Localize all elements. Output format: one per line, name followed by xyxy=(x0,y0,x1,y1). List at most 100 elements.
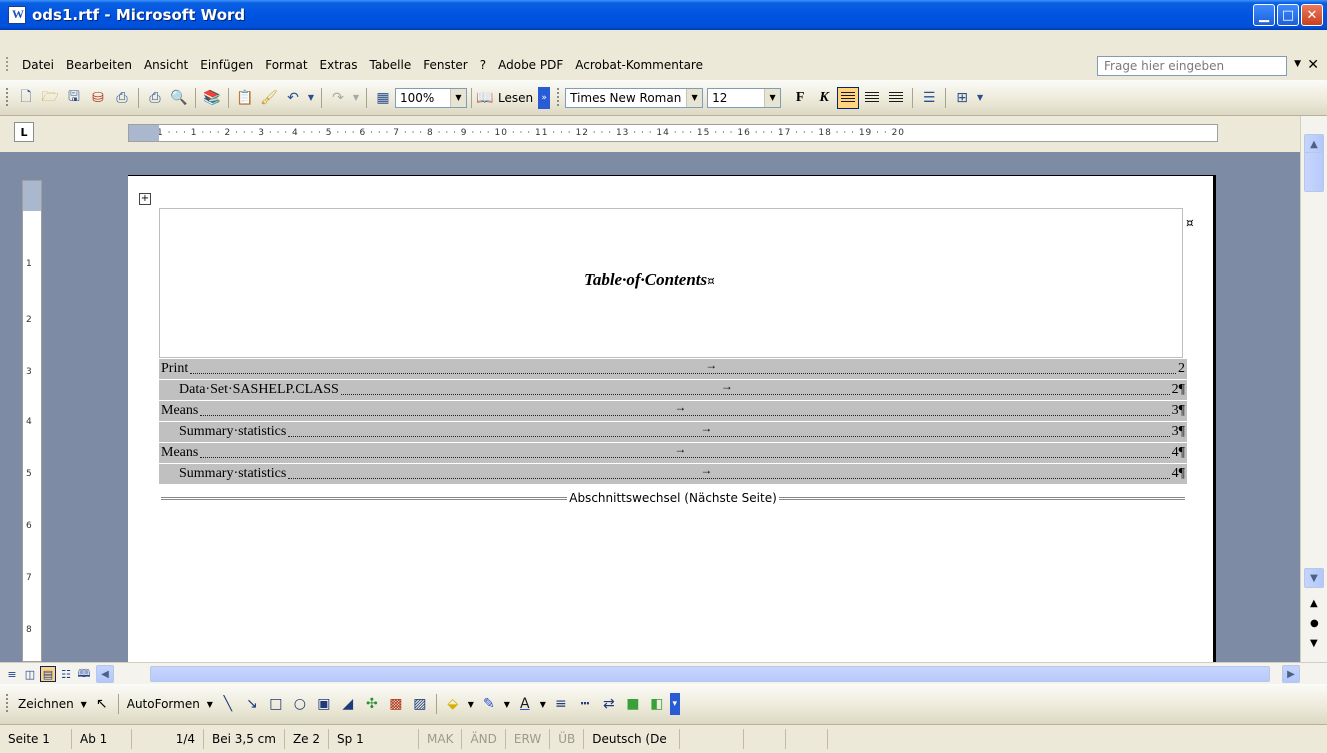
toolbar-options-icon[interactable]: » xyxy=(538,86,551,109)
print-icon[interactable]: ⎙ xyxy=(111,87,133,109)
fill-color-dropdown-icon[interactable]: ▼ xyxy=(466,693,476,715)
menu-datei[interactable]: Datei xyxy=(16,58,60,72)
select-objects-icon[interactable]: ↖ xyxy=(91,693,113,715)
borders-icon[interactable]: ⊞ xyxy=(951,87,973,109)
reading-layout-icon[interactable]: 🕮 xyxy=(76,666,92,682)
maximize-button[interactable]: □ xyxy=(1277,4,1299,26)
fill-color-icon[interactable]: ⬙ xyxy=(442,693,464,715)
web-layout-icon[interactable]: ◫ xyxy=(22,666,38,682)
next-page-icon[interactable]: ▼ xyxy=(1310,638,1318,649)
shadow-style-icon[interactable]: ■ xyxy=(622,693,644,715)
document-close-icon[interactable]: ✕ xyxy=(1307,57,1319,73)
word-app-icon[interactable] xyxy=(8,6,26,24)
horizontal-scroll-thumb[interactable] xyxy=(150,666,1270,682)
line-color-icon[interactable]: ✎ xyxy=(478,693,500,715)
chevron-down-icon[interactable]: ▼ xyxy=(686,88,703,107)
line-color-dropdown-icon[interactable]: ▼ xyxy=(502,693,512,715)
menu-adobe-pdf[interactable]: Adobe PDF xyxy=(492,58,569,72)
vertical-scroll-thumb[interactable] xyxy=(1304,152,1324,192)
rectangle-tool-icon[interactable]: □ xyxy=(265,693,287,715)
scroll-up-icon[interactable]: ▲ xyxy=(1304,134,1324,154)
toolbar-grip[interactable] xyxy=(6,87,8,108)
help-dropdown-icon[interactable]: ▼ xyxy=(1294,59,1301,69)
paste-icon[interactable]: 📋 xyxy=(234,87,256,109)
save-icon[interactable]: 🖫 xyxy=(63,87,85,109)
line-tool-icon[interactable]: ╲ xyxy=(217,693,239,715)
print-quick-icon[interactable]: ⎙ xyxy=(144,87,166,109)
toc-entry[interactable]: Summary·statistics → 4¶ xyxy=(159,463,1187,484)
tab-selector[interactable]: L xyxy=(14,122,34,142)
font-color-dropdown-icon[interactable]: ▼ xyxy=(538,693,548,715)
chevron-down-icon[interactable]: ▼ xyxy=(450,88,466,107)
open-folder-icon[interactable]: 🗁 xyxy=(39,87,61,109)
toc-title[interactable]: Table·of·Contents¤ xyxy=(584,270,715,290)
research-icon[interactable]: 📚 xyxy=(201,87,223,109)
print-layout-icon[interactable]: ▤ xyxy=(40,666,56,682)
insert-picture-icon[interactable]: ▨ xyxy=(409,693,431,715)
align-left-button[interactable] xyxy=(837,86,860,109)
3d-style-icon[interactable]: ◧ xyxy=(646,693,668,715)
horizontal-scrollbar[interactable]: ≡ ◫ ▤ ☷ 🕮 ◀ ▶ xyxy=(0,662,1327,684)
toolbar-grip[interactable] xyxy=(6,694,8,714)
table-move-handle-icon[interactable]: + xyxy=(139,193,151,205)
status-macro-recorder[interactable]: MAK xyxy=(419,729,463,749)
document-map-icon[interactable]: ▦ xyxy=(372,87,394,109)
toc-entry[interactable]: Summary·statistics → 3¶ xyxy=(159,421,1187,442)
status-track-changes[interactable]: ÄND xyxy=(462,729,506,749)
zoom-select[interactable]: 100% ▼ xyxy=(395,87,467,108)
font-size-select[interactable]: 12 ▼ xyxy=(707,87,782,108)
menu-help[interactable]: ? xyxy=(474,58,492,72)
scroll-left-icon[interactable]: ◀ xyxy=(96,665,114,683)
oval-tool-icon[interactable]: ○ xyxy=(289,693,311,715)
bullet-list-icon[interactable]: ☰ xyxy=(918,87,940,109)
status-language[interactable]: Deutsch (De xyxy=(584,729,681,749)
scroll-down-icon[interactable]: ▼ xyxy=(1304,568,1324,588)
bold-button[interactable]: F xyxy=(789,87,811,109)
toolbar-options-icon[interactable]: ▾ xyxy=(669,693,680,715)
menu-bearbeiten[interactable]: Bearbeiten xyxy=(60,58,138,72)
justify-button[interactable] xyxy=(885,87,907,109)
font-name-select[interactable]: Times New Roman ▼ xyxy=(565,87,704,108)
select-browse-object-icon[interactable]: ● xyxy=(1310,618,1319,629)
permission-icon[interactable]: ⛁ xyxy=(87,87,109,109)
draw-menu-button[interactable]: Zeichnen xyxy=(18,697,74,711)
undo-dropdown-icon[interactable]: ▼ xyxy=(306,87,316,109)
font-color-icon[interactable]: A xyxy=(514,693,536,715)
undo-icon[interactable]: ↶ xyxy=(282,87,304,109)
menu-fenster[interactable]: Fenster xyxy=(417,58,474,72)
section-break[interactable]: Abschnittswechsel (Nächste Seite) xyxy=(161,490,1186,506)
italic-button[interactable]: K xyxy=(813,87,835,109)
menu-extras[interactable]: Extras xyxy=(314,58,364,72)
line-style-icon[interactable]: ≡ xyxy=(550,693,572,715)
outline-view-icon[interactable]: ☷ xyxy=(58,666,74,682)
arrow-style-icon[interactable]: ⇄ xyxy=(598,693,620,715)
menu-format[interactable]: Format xyxy=(259,58,313,72)
vertical-ruler[interactable]: 1 2 3 4 5 6 7 8 xyxy=(22,180,42,662)
format-painter-icon[interactable]: 🖌 xyxy=(258,87,280,109)
menu-ansicht[interactable]: Ansicht xyxy=(138,58,194,72)
borders-dropdown-icon[interactable]: ▼ xyxy=(975,87,985,109)
clip-art-icon[interactable]: ▩ xyxy=(385,693,407,715)
toc-entry[interactable]: Data·Set·SASHELP.CLASS → 2¶ xyxy=(159,379,1187,400)
status-extend-selection[interactable]: ERW xyxy=(506,729,551,749)
wordart-icon[interactable]: ◢ xyxy=(337,693,359,715)
menu-tabelle[interactable]: Tabelle xyxy=(363,58,417,72)
print-preview-icon[interactable]: 🔍 xyxy=(168,87,190,109)
status-overtype[interactable]: ÜB xyxy=(550,729,585,749)
help-search-input[interactable]: Frage hier eingeben xyxy=(1097,56,1287,76)
scroll-right-icon[interactable]: ▶ xyxy=(1282,665,1300,683)
diagram-icon[interactable]: ✣ xyxy=(361,693,383,715)
normal-view-icon[interactable]: ≡ xyxy=(4,666,20,682)
draw-dropdown-icon[interactable]: ▼ xyxy=(79,693,89,715)
autoshapes-dropdown-icon[interactable]: ▼ xyxy=(205,693,215,715)
menu-einfuegen[interactable]: Einfügen xyxy=(194,58,259,72)
arrow-tool-icon[interactable]: ↘ xyxy=(241,693,263,715)
toolbar-grip[interactable] xyxy=(557,87,560,108)
new-document-icon[interactable]: 🗋 xyxy=(15,87,37,109)
vertical-scrollbar[interactable]: ▲ ▼ ▲ ● ▼ xyxy=(1300,116,1327,662)
text-box-icon[interactable]: ▣ xyxy=(313,693,335,715)
menubar-grip[interactable] xyxy=(6,57,8,73)
align-center-button[interactable] xyxy=(861,87,883,109)
redo-icon[interactable]: ↷ xyxy=(327,87,349,109)
redo-dropdown-icon[interactable]: ▼ xyxy=(351,87,361,109)
